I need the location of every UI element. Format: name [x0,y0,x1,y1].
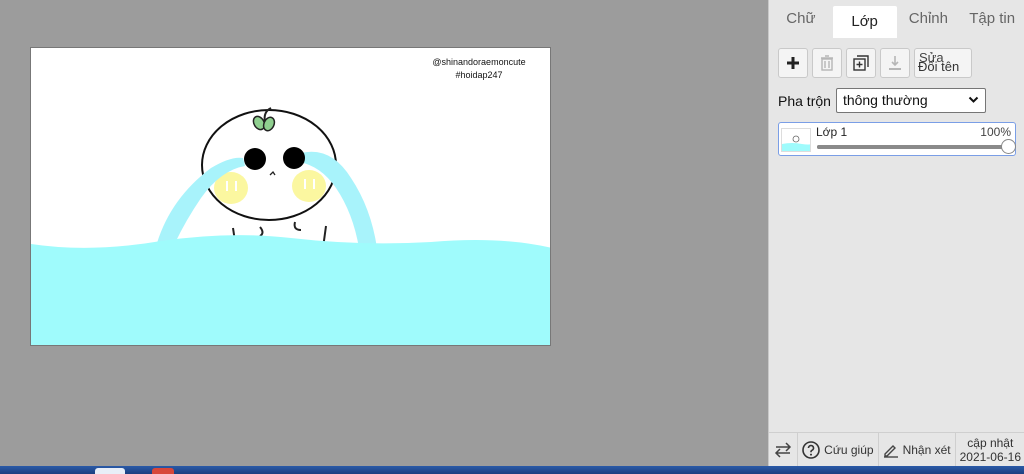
tab-layers[interactable]: Lớp [832,6,897,38]
layer-item[interactable]: Lớp 1 100% [778,122,1016,156]
water [31,235,550,345]
taskbar-app[interactable] [95,468,125,474]
watermark-handle: @shinandoraemoncute [432,57,526,67]
swap-panel-button[interactable] [769,433,799,466]
drawing-canvas[interactable]: @shinandoraemoncute #hoidap247 [30,47,551,346]
opacity-slider-handle[interactable] [1001,139,1016,154]
taskbar-app[interactable] [152,468,174,474]
layer-opacity-slider[interactable] [817,139,1016,154]
feedback-button[interactable]: Nhận xét [879,433,956,466]
layer-name: Lớp 1 [816,125,848,139]
rename-layer-button[interactable]: Sửa Đổi tên [914,48,972,78]
layer-toolbar: Sửa Đổi tên [778,48,972,78]
update-info: cập nhật 2021-06-16 [956,433,1024,466]
os-taskbar [0,466,1024,474]
tab-file[interactable]: Tập tin [960,0,1024,38]
artwork [31,107,550,345]
help-button[interactable]: Cứu giúp [798,433,879,466]
panel-footer: Cứu giúp Nhận xét cập nhật 2021-06-16 [769,432,1024,466]
duplicate-layer-button[interactable] [846,48,876,78]
blend-mode-value: thông thường [842,92,928,108]
swap-arrows-icon [775,441,792,458]
merge-down-button[interactable] [880,48,910,78]
rename-label: Đổi tên [918,59,960,74]
workspace: @shinandoraemoncute #hoidap247 [0,0,768,466]
blend-mode-select[interactable]: thông thường [835,88,986,113]
watermark-hashtag: #hoidap247 [455,70,503,80]
delete-layer-button[interactable] [812,48,842,78]
merge-down-icon [889,56,901,70]
opacity-fill [817,145,1009,149]
tab-adjust[interactable]: Chỉnh [897,0,961,38]
plus-icon [787,57,799,69]
help-icon [802,440,820,459]
help-label: Cứu giúp [824,442,874,457]
side-panel: Chữ Lớp Chỉnh Tập tin Sửa Đổi tên Pha tr… [768,0,1024,466]
pencil-icon [883,444,898,458]
blend-mode-row: Pha trộn thông thường [778,88,986,113]
layer-thumbnail [781,128,811,152]
tab-text[interactable]: Chữ [769,0,833,38]
blend-mode-label: Pha trộn [778,92,831,109]
layer-opacity-value: 100% [980,125,1011,139]
update-date: 2021-06-16 [959,449,1021,464]
update-label: cập nhật [967,435,1014,450]
panel-tabs: Chữ Lớp Chỉnh Tập tin [769,0,1024,38]
add-layer-button[interactable] [778,48,808,78]
duplicate-icon [853,55,869,71]
feedback-label: Nhận xét [902,442,951,457]
trash-icon [821,55,833,71]
watermark: @shinandoraemoncute #hoidap247 [427,56,531,82]
chevron-down-icon [968,96,979,103]
